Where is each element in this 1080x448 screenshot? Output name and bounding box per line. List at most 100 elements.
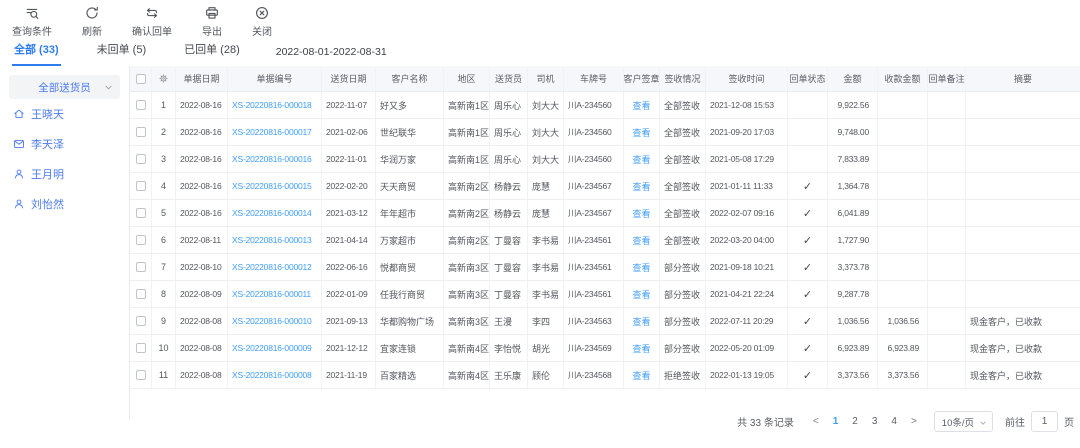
view-signature-link[interactable]: 查看	[624, 173, 660, 199]
return-remark-cell	[928, 200, 966, 226]
doc-no-link[interactable]: XS-20220816-000008	[228, 362, 322, 388]
export-button[interactable]: 导出	[202, 6, 222, 38]
header-plate: 车牌号	[564, 66, 624, 91]
row-checkbox[interactable]	[130, 254, 152, 280]
view-signature-link[interactable]: 查看	[624, 281, 660, 307]
return-remark-cell	[928, 227, 966, 253]
deliverer-name: 李天泽	[31, 136, 64, 152]
page-button-2[interactable]: 2	[845, 416, 865, 427]
sidebar-item-deliverer-3[interactable]: 王月明	[0, 159, 129, 189]
row-checkbox[interactable]	[130, 146, 152, 172]
receipt-time-cell: 2021-09-18 10:21	[706, 254, 788, 280]
row-checkbox[interactable]	[130, 362, 152, 388]
row-index: 10	[152, 335, 176, 361]
header-doc-no: 单据编号	[228, 66, 322, 91]
doc-no-link[interactable]: XS-20220816-000011	[228, 281, 322, 307]
plate-cell: 川A-234560	[564, 119, 624, 145]
view-signature-link[interactable]: 查看	[624, 335, 660, 361]
table-header: 单据日期 单据编号 送货日期 客户名称 地区 送货员 司机 车牌号 客户签章 签…	[130, 66, 1080, 92]
doc-date-cell: 2022-08-10	[176, 254, 228, 280]
doc-date-cell: 2022-08-11	[176, 227, 228, 253]
prev-page-button[interactable]: <	[806, 416, 826, 427]
doc-no-link[interactable]: XS-20220816-000012	[228, 254, 322, 280]
return-status-cell	[788, 146, 828, 172]
driver-cell: 刘大大	[528, 92, 564, 118]
return-status-cell: ✓	[788, 281, 828, 307]
driver-cell: 李书易	[528, 254, 564, 280]
delivery-date-cell: 2022-02-20	[322, 173, 376, 199]
region-cell: 高新南1区	[444, 146, 490, 172]
tab-not-returned[interactable]: 未回单 (5)	[95, 41, 149, 66]
return-remark-cell	[928, 254, 966, 280]
doc-no-link[interactable]: XS-20220816-000014	[228, 200, 322, 226]
goto-page-input[interactable]	[1031, 411, 1058, 432]
header-receipt-time: 签收时间	[706, 66, 788, 91]
doc-no-link[interactable]: XS-20220816-000013	[228, 227, 322, 253]
doc-no-link[interactable]: XS-20220816-000016	[228, 146, 322, 172]
view-signature-link[interactable]: 查看	[624, 362, 660, 388]
deliverer-cell: 周乐心	[490, 146, 528, 172]
page-button-3[interactable]: 3	[865, 416, 885, 427]
view-signature-link[interactable]: 查看	[624, 200, 660, 226]
plate-cell: 川A-234568	[564, 362, 624, 388]
row-index: 2	[152, 119, 176, 145]
view-signature-link[interactable]: 查看	[624, 119, 660, 145]
view-signature-link[interactable]: 查看	[624, 227, 660, 253]
doc-no-link[interactable]: XS-20220816-000015	[228, 173, 322, 199]
received-amount-cell	[878, 254, 928, 280]
receipt-status-cell: 全部签收	[660, 146, 706, 172]
region-cell: 高新南3区	[444, 254, 490, 280]
next-page-button[interactable]: >	[904, 416, 924, 427]
return-status-cell: ✓	[788, 254, 828, 280]
view-signature-link[interactable]: 查看	[624, 146, 660, 172]
tab-all[interactable]: 全部 (33)	[12, 41, 61, 66]
row-checkbox[interactable]	[130, 200, 152, 226]
doc-no-link[interactable]: XS-20220816-000009	[228, 335, 322, 361]
page-button-1[interactable]: 1	[826, 416, 846, 427]
row-checkbox[interactable]	[130, 281, 152, 307]
select-all-checkbox[interactable]	[130, 66, 152, 91]
deliverer-cell: 杨静云	[490, 200, 528, 226]
driver-cell: 刘大大	[528, 146, 564, 172]
header-driver: 司机	[528, 66, 564, 91]
query-conditions-button[interactable]: 查询条件	[12, 6, 52, 38]
summary-cell: 现金客户，已收款	[966, 362, 1080, 388]
receipt-status-cell: 部分签收	[660, 281, 706, 307]
received-amount-cell	[878, 227, 928, 253]
check-icon: ✓	[803, 207, 812, 220]
return-remark-cell	[928, 92, 966, 118]
close-button[interactable]: 关闭	[252, 6, 272, 38]
row-checkbox[interactable]	[130, 173, 152, 199]
plate-cell: 川A-234563	[564, 308, 624, 334]
row-checkbox[interactable]	[130, 335, 152, 361]
row-index: 6	[152, 227, 176, 253]
sidebar-item-deliverer-4[interactable]: 刘怡然	[0, 189, 129, 219]
page-size-select[interactable]: 10条/页	[934, 411, 993, 432]
sidebar-item-deliverer-2[interactable]: 李天泽	[0, 129, 129, 159]
row-checkbox[interactable]	[130, 227, 152, 253]
page-button-4[interactable]: 4	[884, 416, 904, 427]
column-settings-button[interactable]	[152, 66, 176, 91]
view-signature-link[interactable]: 查看	[624, 308, 660, 334]
header-customer-signature: 客户签章	[624, 66, 660, 91]
doc-no-link[interactable]: XS-20220816-000018	[228, 92, 322, 118]
doc-no-link[interactable]: XS-20220816-000017	[228, 119, 322, 145]
table-body: 12022-08-16XS-20220816-0000182022-11-07好…	[130, 92, 1080, 389]
amount-cell: 3,373.78	[828, 254, 878, 280]
receipt-time-cell: 2022-05-20 01:09	[706, 335, 788, 361]
doc-date-cell: 2022-08-16	[176, 146, 228, 172]
row-checkbox[interactable]	[130, 119, 152, 145]
doc-no-link[interactable]: XS-20220816-000010	[228, 308, 322, 334]
check-icon: ✓	[803, 342, 812, 355]
confirm-receipt-button[interactable]: 确认回单	[132, 6, 172, 38]
refresh-button[interactable]: 刷新	[82, 6, 102, 38]
table-row: 82022-08-09XS-20220816-0000112022-01-09任…	[130, 281, 1080, 308]
sidebar-item-deliverer-1[interactable]: 王晓天	[0, 99, 129, 129]
view-signature-link[interactable]: 查看	[624, 92, 660, 118]
view-signature-link[interactable]: 查看	[624, 254, 660, 280]
row-checkbox[interactable]	[130, 308, 152, 334]
table-row: 102022-08-08XS-20220816-0000092021-12-12…	[130, 335, 1080, 362]
row-checkbox[interactable]	[130, 92, 152, 118]
deliverer-filter-dropdown[interactable]: 全部送货员	[9, 75, 120, 99]
tab-returned[interactable]: 已回单 (28)	[182, 41, 242, 66]
